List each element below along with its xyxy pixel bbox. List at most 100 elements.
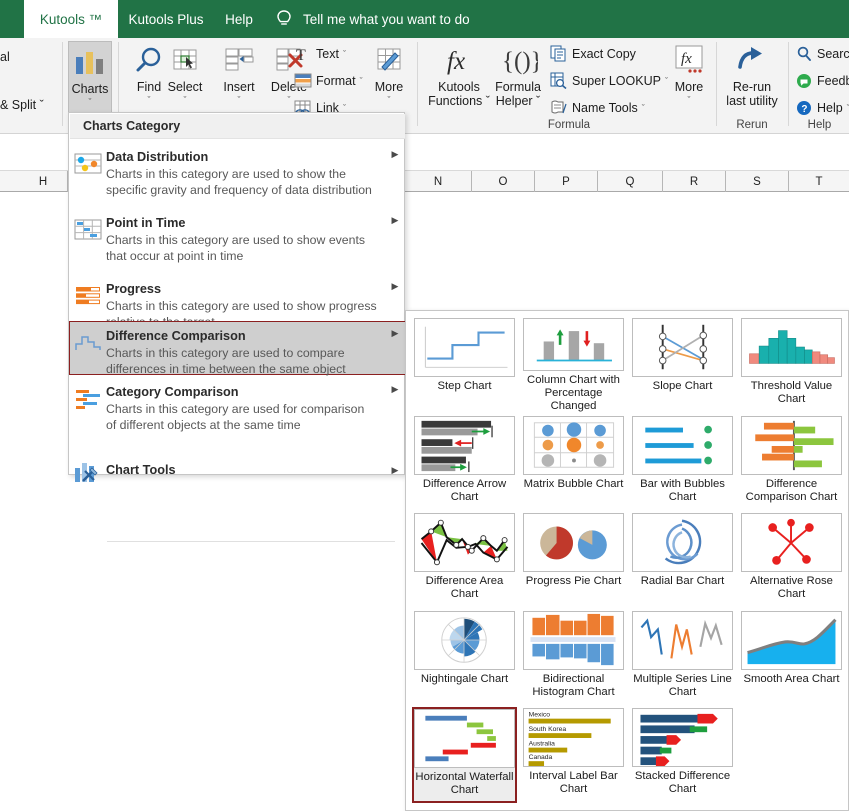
rerun-last-utility-button[interactable]: Re-run last utility (721, 40, 783, 108)
name-tools-caret: ˇ (641, 102, 645, 113)
column-header-p[interactable]: P (535, 171, 598, 192)
fx-more-icon: fx (665, 40, 713, 80)
charts-category-header: Charts Category (70, 114, 405, 139)
category-item-category-comparison[interactable]: Category Comparison Charts in this categ… (70, 378, 405, 438)
column-header-n[interactable]: N (405, 171, 472, 192)
difference-area-thumb (414, 513, 515, 572)
progress-pie-thumb (523, 513, 624, 572)
gallery-item-nightingale[interactable]: Nightingale Chart (412, 610, 517, 706)
chevron-right-icon: ▶ (391, 215, 399, 225)
help-button[interactable]: ? Help ˇ (794, 99, 849, 116)
more-label: More (374, 80, 404, 94)
gallery-item-label: Bar with Bubbles Chart (640, 478, 725, 503)
column-header-r[interactable]: R (663, 171, 726, 192)
feedback-button[interactable]: Feedba (794, 72, 849, 89)
gallery-item-progress-pie[interactable]: Progress Pie Chart (521, 512, 626, 608)
format-button[interactable]: Format ˇ (293, 72, 363, 89)
gallery-item-label: Column Chart with Percentage Changed (527, 374, 620, 412)
category-item-data-distribution[interactable]: Data Distribution Charts in this categor… (70, 143, 405, 209)
gallery-item-bidirectional-histogram[interactable]: Bidirectional Histogram Chart (521, 610, 626, 706)
gallery-item-radial-bar[interactable]: Radial Bar Chart (630, 512, 735, 608)
exact-copy-button[interactable]: Exact Copy (549, 45, 636, 62)
interval-label-bar-thumb: Mexico South Korea Australia Canada (523, 708, 624, 767)
gallery-item-label: Horizontal Waterfall Chart (415, 771, 514, 796)
help-label: Help (817, 100, 843, 115)
format-label: Format (316, 73, 356, 88)
column-header-s[interactable]: S (726, 171, 789, 192)
gallery-item-label: Difference Arrow Chart (422, 478, 507, 503)
select-button[interactable]: Select ˇ (158, 40, 212, 105)
kutools-functions-line1: Kutools (438, 80, 480, 94)
name-tools-label: Name Tools (572, 100, 638, 115)
insert-button[interactable]: Insert ˇ (212, 40, 266, 105)
threshold-value-thumb (741, 318, 842, 377)
text-button[interactable]: T Text ˇ (293, 45, 346, 62)
bar-chart-icon (69, 42, 111, 82)
gallery-item-interval-label-bar[interactable]: Mexico South Korea Australia Canada Inte… (521, 707, 626, 803)
bidirectional-histogram-thumb (523, 611, 624, 670)
column-header-h[interactable]: H (19, 171, 68, 192)
formula-more-label: More (674, 80, 704, 94)
category-title: Category Comparison (106, 385, 239, 399)
column-header-o[interactable]: O (472, 171, 535, 192)
column-header-t[interactable]: T (789, 171, 849, 192)
tab-kutools-plus[interactable]: Kutools Plus (118, 0, 214, 38)
name-tools-button[interactable]: Name Tools ˇ (549, 99, 645, 116)
bar-bubbles-thumb (632, 416, 733, 475)
table-insert-icon (212, 40, 266, 80)
svg-text:Mexico: Mexico (529, 712, 551, 719)
gallery-item-bar-bubbles[interactable]: Bar with Bubbles Chart (630, 415, 735, 511)
formula-more-button[interactable]: fx More ˇ (665, 40, 713, 105)
rerun-line1: Re-run (732, 80, 772, 94)
category-desc-line2: specific gravity and frequency of data d… (106, 183, 372, 197)
gallery-item-difference-area[interactable]: Difference Area Chart (412, 512, 517, 608)
gallery-item-label: Bidirectional Histogram Chart (532, 673, 615, 698)
slope-chart-thumb (632, 318, 733, 377)
category-item-difference-comparison[interactable]: Difference Comparison Charts in this cat… (69, 321, 406, 376)
formula-helper-button[interactable]: {()} Formula Helper ˇ (487, 40, 549, 108)
gallery-item-column-percentage[interactable]: Column Chart with Percentage Changed (521, 317, 626, 413)
kutools-functions-button[interactable]: fx Kutools Functions ˇ (424, 40, 494, 108)
category-desc-line2: that occur at point in time (106, 249, 244, 263)
gallery-item-step-chart[interactable]: Step Chart (412, 317, 517, 413)
kutools-functions-line2: Functions ˇ (428, 94, 490, 108)
column-header-q[interactable]: Q (598, 171, 663, 192)
gallery-item-difference-comparison-chart[interactable]: Difference Comparison Chart (739, 415, 844, 511)
gallery-item-multiple-series-line[interactable]: Multiple Series Line Chart (630, 610, 735, 706)
more-button[interactable]: More ˇ (362, 40, 416, 105)
gallery-item-threshold-value[interactable]: Threshold Value Chart (739, 317, 844, 413)
gallery-item-horizontal-waterfall[interactable]: Horizontal Waterfall Chart (412, 707, 517, 803)
charts-button[interactable]: Charts ˇ (68, 41, 112, 117)
alternative-rose-thumb (741, 513, 842, 572)
super-lookup-button[interactable]: Super LOOKUP ˇ (549, 72, 668, 89)
gallery-item-smooth-area[interactable]: Smooth Area Chart (739, 610, 844, 706)
lookup-icon (549, 72, 568, 89)
charts-caret: ˇ (88, 97, 92, 107)
gallery-item-slope-chart[interactable]: Slope Chart (630, 317, 735, 413)
category-item-chart-tools[interactable]: Chart Tools ▶ (70, 445, 405, 489)
group-label-formula: Formula (547, 119, 591, 131)
tell-me-search[interactable]: Tell me what you want to do (274, 0, 470, 38)
horizontal-waterfall-thumb (414, 709, 515, 768)
search-button[interactable]: Search (794, 45, 849, 62)
text-label: Text (316, 46, 339, 61)
gallery-item-label: Smooth Area Chart (743, 673, 840, 685)
gallery-item-difference-arrow[interactable]: Difference Arrow Chart (412, 415, 517, 511)
gallery-item-matrix-bubble[interactable]: Matrix Bubble Chart (521, 415, 626, 511)
grid-select-icon (158, 40, 212, 80)
gallery-item-label: Difference Area Chart (425, 575, 504, 600)
insert-caret: ˇ (237, 95, 241, 105)
category-title: Chart Tools (106, 462, 176, 477)
tab-kutools[interactable]: Kutools ™ (24, 0, 118, 38)
group-label-help: Help (807, 119, 832, 131)
category-item-point-in-time[interactable]: Point in Time Charts in this category ar… (70, 209, 405, 275)
tab-help[interactable]: Help (214, 0, 264, 38)
gallery-item-alternative-rose[interactable]: Alternative Rose Chart (739, 512, 844, 608)
gallery-item-stacked-difference[interactable]: Stacked Difference Chart (630, 707, 735, 803)
search-label: Search (817, 46, 849, 61)
insert-label: Insert (223, 80, 255, 94)
difference-arrow-thumb (414, 416, 515, 475)
svg-text:Australia: Australia (529, 741, 556, 748)
svg-text:South Korea: South Korea (529, 726, 567, 733)
chevron-right-icon: ▶ (391, 281, 399, 291)
